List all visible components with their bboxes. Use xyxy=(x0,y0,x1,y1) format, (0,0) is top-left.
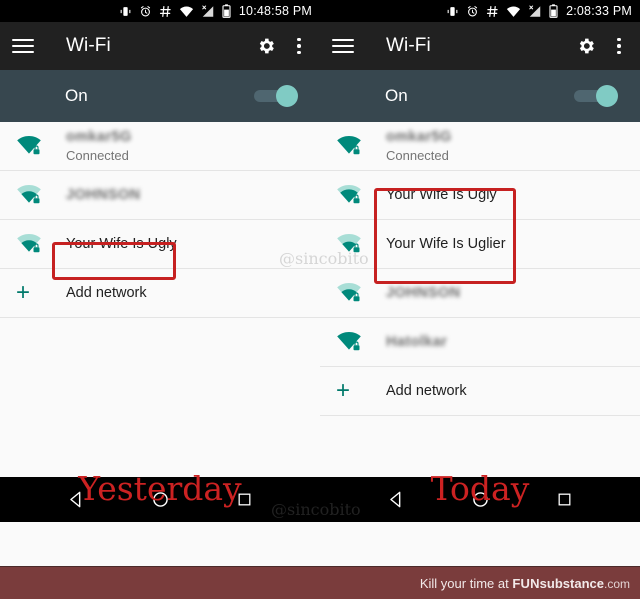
page-title: Wi-Fi xyxy=(386,35,431,56)
wifi-toggle-switch[interactable] xyxy=(254,85,298,107)
screenshot-panes: 10:48:58 PM Wi-Fi On omkar5G Connected J… xyxy=(0,0,640,522)
network-ssid: Hatolkar xyxy=(386,333,448,350)
back-triangle-icon[interactable] xyxy=(387,490,406,509)
wifi-signal-icon xyxy=(336,331,384,353)
network-status: Connected xyxy=(386,147,449,163)
add-network-label: Add network xyxy=(66,285,147,301)
recents-square-icon[interactable] xyxy=(556,491,573,508)
network-ssid: Your Wife Is Ugly xyxy=(386,186,497,203)
brand-fun: FUN xyxy=(512,575,540,591)
signal-off-icon xyxy=(201,4,215,18)
wifi-signal-icon xyxy=(16,184,64,206)
add-network-row[interactable]: + Add network xyxy=(320,367,640,416)
app-toolbar: Wi-Fi xyxy=(320,22,640,70)
status-bar-clock: 10:48:58 PM xyxy=(238,4,312,18)
overflow-menu-icon[interactable] xyxy=(290,35,308,57)
hash-icon xyxy=(159,5,172,18)
wifi-signal-icon xyxy=(336,184,384,206)
wifi-signal-icon xyxy=(16,233,64,255)
android-nav-bar xyxy=(320,477,640,522)
phone-screenshot-today: 2:08:33 PM Wi-Fi On omkar5G Connected Yo… xyxy=(320,0,640,522)
vibrate-icon xyxy=(119,5,132,18)
switch-thumb xyxy=(276,85,298,107)
network-texts: omkar5G Connected xyxy=(386,129,452,163)
network-texts: JOHNSON xyxy=(66,187,141,204)
hamburger-menu-icon[interactable] xyxy=(12,33,38,59)
app-toolbar: Wi-Fi xyxy=(0,22,320,70)
wifi-signal-icon xyxy=(336,282,384,304)
meme-image: 10:48:58 PM Wi-Fi On omkar5G Connected J… xyxy=(0,0,640,599)
footer-text: Kill your time at FUNsubstance.com xyxy=(420,576,630,591)
network-row[interactable]: Your Wife Is Ugly xyxy=(320,171,640,220)
wifi-icon xyxy=(179,5,194,18)
status-bar: 10:48:58 PM xyxy=(0,0,320,22)
status-bar-icons xyxy=(119,4,231,18)
network-row[interactable]: Your Wife Is Uglier xyxy=(320,220,640,269)
network-row[interactable]: Your Wife Is Ugly xyxy=(0,220,320,269)
add-network-row[interactable]: + Add network xyxy=(0,269,320,318)
alarm-icon xyxy=(466,5,479,18)
gear-icon[interactable] xyxy=(256,36,276,56)
network-ssid: omkar5G xyxy=(66,129,132,146)
wifi-toggle-row[interactable]: On xyxy=(320,70,640,122)
phone-screenshot-yesterday: 10:48:58 PM Wi-Fi On omkar5G Connected J… xyxy=(0,0,320,522)
network-texts: Your Wife Is Ugly xyxy=(66,236,177,253)
android-nav-bar xyxy=(0,477,320,522)
signal-off-icon xyxy=(528,4,542,18)
wifi-toggle-switch[interactable] xyxy=(574,85,618,107)
network-row[interactable]: omkar5G Connected xyxy=(0,122,320,171)
network-row[interactable]: Hatolkar xyxy=(320,318,640,367)
back-triangle-icon[interactable] xyxy=(67,490,86,509)
plus-icon: + xyxy=(16,279,31,306)
network-row[interactable]: omkar5G Connected xyxy=(320,122,640,171)
recents-square-icon[interactable] xyxy=(236,491,253,508)
battery-icon xyxy=(222,4,231,18)
network-texts: omkar5G Connected xyxy=(66,129,132,163)
plus-icon: + xyxy=(336,377,351,404)
network-texts: Your Wife Is Ugly xyxy=(386,187,497,204)
network-ssid: JOHNSON xyxy=(66,186,141,203)
home-circle-icon[interactable] xyxy=(471,490,490,509)
brand-substance: substance xyxy=(539,575,604,591)
network-ssid: Your Wife Is Uglier xyxy=(386,235,506,252)
alarm-icon xyxy=(139,5,152,18)
hamburger-menu-icon[interactable] xyxy=(332,33,358,59)
hash-icon xyxy=(486,5,499,18)
wifi-icon xyxy=(506,5,521,18)
status-bar-clock: 2:08:33 PM xyxy=(566,4,632,18)
wifi-toggle-row[interactable]: On xyxy=(0,70,320,122)
wifi-toggle-label: On xyxy=(65,86,88,105)
switch-thumb xyxy=(596,85,618,107)
network-texts: JOHNSON xyxy=(386,285,461,302)
status-bar: 2:08:33 PM xyxy=(320,0,640,22)
wifi-signal-icon xyxy=(16,135,64,157)
network-ssid: JOHNSON xyxy=(386,284,461,301)
network-list: omkar5G Connected Your Wife Is Ugly Your… xyxy=(320,122,640,416)
home-circle-icon[interactable] xyxy=(151,490,170,509)
footer-prefix: Kill your time at xyxy=(419,575,513,591)
status-bar-icons xyxy=(446,4,558,18)
gear-icon[interactable] xyxy=(576,36,596,56)
brand-tld: .com xyxy=(603,576,630,591)
page-title: Wi-Fi xyxy=(66,35,111,56)
wifi-signal-icon xyxy=(336,135,384,157)
network-texts: Your Wife Is Uglier xyxy=(386,236,506,253)
footer-banner: Kill your time at FUNsubstance.com xyxy=(0,567,640,599)
wifi-toggle-label: On xyxy=(385,86,408,105)
battery-icon xyxy=(549,4,558,18)
overflow-menu-icon[interactable] xyxy=(610,35,628,57)
network-list: omkar5G Connected JOHNSON Your Wife Is U… xyxy=(0,122,320,318)
network-row[interactable]: JOHNSON xyxy=(0,171,320,220)
network-row[interactable]: JOHNSON xyxy=(320,269,640,318)
network-ssid: omkar5G xyxy=(386,129,452,146)
network-status: Connected xyxy=(66,147,129,163)
network-ssid: Your Wife Is Ugly xyxy=(66,235,177,252)
add-network-label: Add network xyxy=(386,383,467,399)
vibrate-icon xyxy=(446,5,459,18)
network-texts: Hatolkar xyxy=(386,334,447,351)
wifi-signal-icon xyxy=(336,233,384,255)
